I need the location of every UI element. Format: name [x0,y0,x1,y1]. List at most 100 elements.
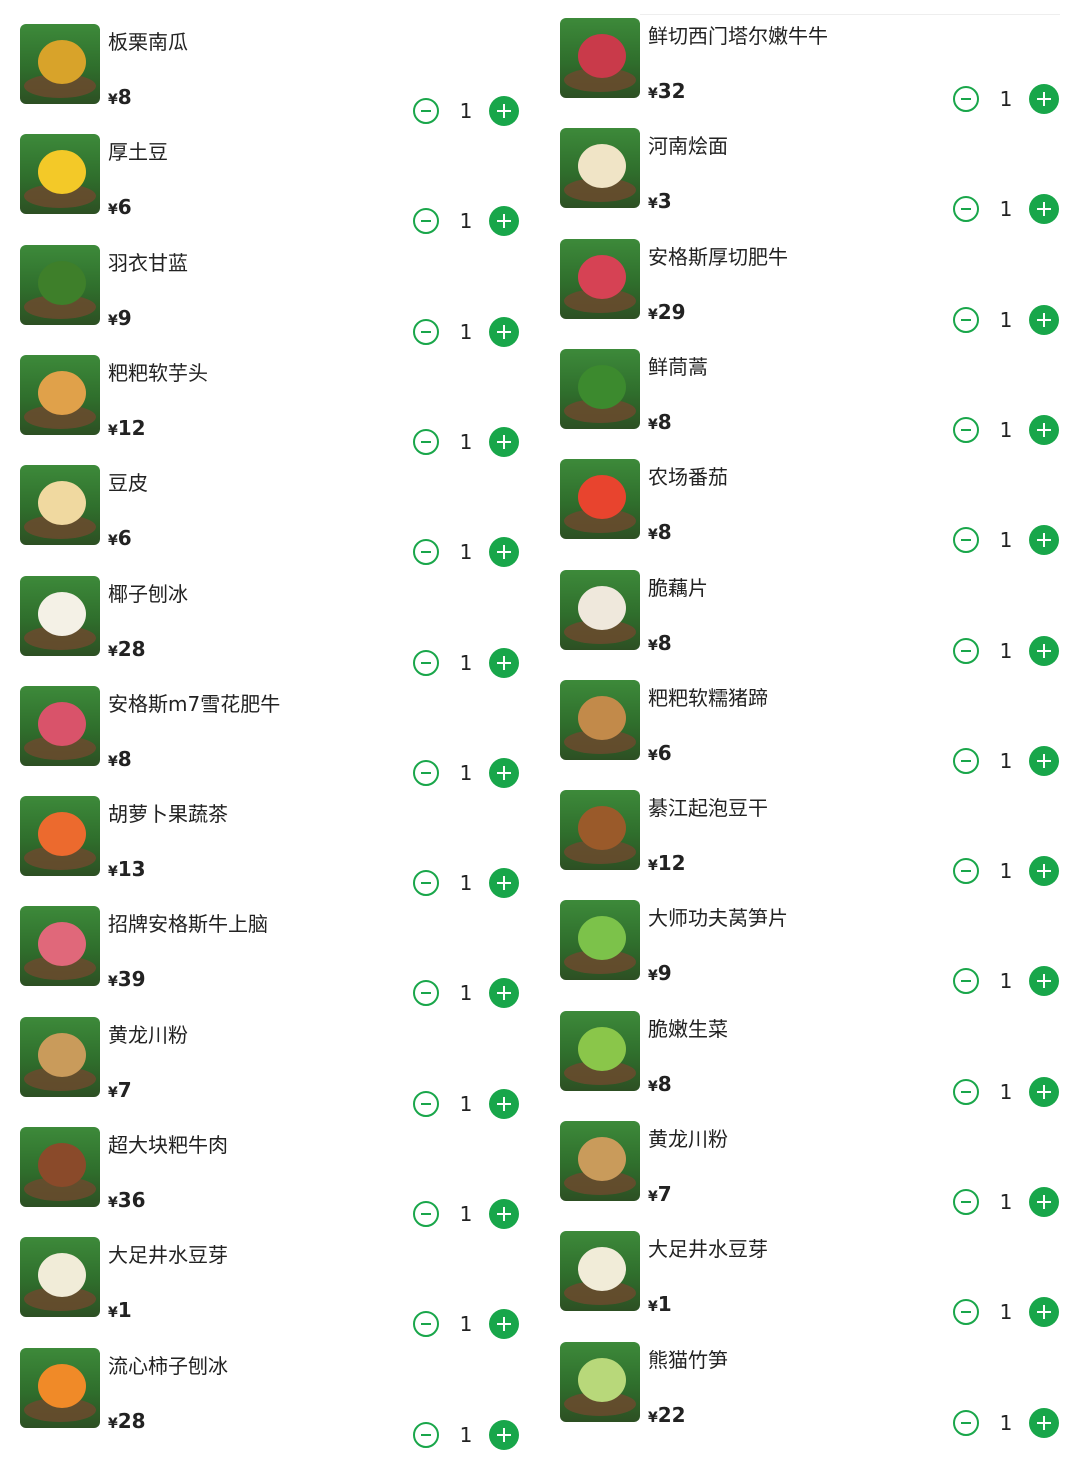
increase-quantity-button[interactable] [1029,1297,1059,1328]
increase-quantity-button[interactable] [489,1309,519,1340]
menu-item[interactable]: 大足井水豆芽 ¥1 1 [540,1231,1080,1341]
menu-item[interactable]: 安格斯厚切肥牛 ¥29 1 [540,238,1080,349]
quantity-value: 1 [999,748,1013,773]
increase-quantity-button[interactable] [1029,1407,1059,1438]
dish-food [38,591,86,636]
menu-item[interactable]: 豆皮 ¥6 1 [0,465,540,575]
decrease-quantity-button[interactable] [413,1311,439,1338]
menu-item[interactable]: 超大块粑牛肉 ¥36 1 [0,1127,540,1237]
currency-symbol: ¥ [648,637,658,654]
decrease-quantity-button[interactable] [413,208,439,235]
decrease-quantity-button[interactable] [413,428,439,455]
quantity-value: 1 [999,528,1013,553]
menu-item[interactable]: 脆嫩生菜 ¥8 1 [540,1010,1080,1121]
decrease-quantity-button[interactable] [413,870,439,897]
dish-photo [20,134,100,215]
dish-food [38,150,86,195]
menu-item[interactable]: 熊猫竹笋 ¥22 1 [540,1341,1080,1452]
increase-quantity-button[interactable] [489,426,519,457]
menu-item[interactable]: 脆藕片 ¥8 1 [540,569,1080,680]
increase-quantity-button[interactable] [1029,414,1059,445]
decrease-quantity-button[interactable] [413,1421,439,1448]
menu-item[interactable]: 粑粑软芋头 ¥12 1 [0,354,540,465]
increase-quantity-button[interactable] [1029,525,1059,556]
quantity-value: 1 [459,760,473,785]
left-menu-column: 板栗南瓜 ¥8 1 厚土豆 ¥6 1 羽衣甘蓝 ¥9 1 粑粑软芋头 ¥12 1 豆皮 ¥6 1 椰子刨冰 ¥2… [0,0,540,1450]
increase-quantity-button[interactable] [489,316,519,347]
menu-item[interactable]: 农场番茄 ¥8 1 [540,459,1080,569]
decrease-quantity-button[interactable] [413,98,439,124]
price-amount: 28 [117,1408,146,1433]
increase-quantity-button[interactable] [489,978,519,1009]
menu-item[interactable]: 椰子刨冰 ¥28 1 [0,575,540,686]
decrease-quantity-button[interactable] [413,539,439,566]
menu-item[interactable]: 粑粑软糯猪蹄 ¥6 1 [540,679,1080,790]
menu-item[interactable]: 大足井水豆芽 ¥1 1 [0,1237,540,1347]
menu-item[interactable]: 胡萝卜果蔬茶 ¥13 1 [0,796,540,906]
menu-item[interactable]: 安格斯m7雪花肥牛 ¥8 1 [0,685,540,796]
decrease-quantity-button[interactable] [953,968,979,995]
decrease-quantity-button[interactable] [413,759,439,786]
decrease-quantity-button[interactable] [953,637,979,664]
increase-quantity-button[interactable] [1029,1187,1059,1217]
increase-quantity-button[interactable] [489,1419,519,1450]
increase-quantity-button[interactable] [1029,194,1059,225]
menu-item[interactable]: 招牌安格斯牛上脑 ¥39 1 [0,906,540,1016]
menu-item[interactable]: 大师功夫莴笋片 ¥9 1 [540,900,1080,1010]
dish-photo [20,465,100,546]
menu-item[interactable]: 鲜切西门塔尔嫩牛牛 ¥32 1 [540,18,1080,128]
currency-symbol: ¥ [108,974,118,991]
menu-item[interactable]: 板栗南瓜 ¥8 1 [0,24,540,134]
currency-symbol: ¥ [648,1409,658,1426]
increase-quantity-button[interactable] [1029,635,1059,666]
decrease-quantity-button[interactable] [953,858,979,885]
currency-symbol: ¥ [108,1415,118,1432]
currency-symbol: ¥ [108,422,118,439]
increase-quantity-button[interactable] [489,206,519,237]
decrease-quantity-button[interactable] [953,1078,979,1105]
decrease-quantity-button[interactable] [413,980,439,1007]
decrease-quantity-button[interactable] [413,318,439,345]
decrease-quantity-button[interactable] [953,416,979,443]
dish-name: 厚土豆 [108,140,168,165]
decrease-quantity-button[interactable] [953,306,979,333]
decrease-quantity-button[interactable] [953,86,979,112]
quantity-value: 1 [459,871,473,896]
increase-quantity-button[interactable] [1029,856,1059,887]
increase-quantity-button[interactable] [1029,1076,1059,1107]
increase-quantity-button[interactable] [1029,966,1059,997]
decrease-quantity-button[interactable] [413,1201,439,1227]
decrease-quantity-button[interactable] [953,1189,979,1215]
menu-item[interactable]: 黄龙川粉 ¥7 1 [540,1121,1080,1231]
quantity-value: 1 [999,1079,1013,1104]
decrease-quantity-button[interactable] [953,196,979,223]
dish-price: ¥12 [648,850,686,879]
menu-item[interactable]: 綦江起泡豆干 ¥12 1 [540,790,1080,900]
dish-food [578,364,626,409]
currency-symbol: ¥ [648,747,658,764]
increase-quantity-button[interactable] [489,757,519,788]
decrease-quantity-button[interactable] [413,649,439,676]
increase-quantity-button[interactable] [489,537,519,568]
increase-quantity-button[interactable] [489,96,519,126]
increase-quantity-button[interactable] [1029,84,1059,114]
increase-quantity-button[interactable] [489,1088,519,1119]
increase-quantity-button[interactable] [489,868,519,899]
decrease-quantity-button[interactable] [953,1409,979,1436]
menu-item[interactable]: 鲜茼蒿 ¥8 1 [540,348,1080,459]
increase-quantity-button[interactable] [489,647,519,678]
dish-photo [20,575,100,656]
increase-quantity-button[interactable] [1029,304,1059,335]
menu-item[interactable]: 厚土豆 ¥6 1 [0,134,540,244]
menu-item[interactable]: 羽衣甘蓝 ¥9 1 [0,244,540,355]
decrease-quantity-button[interactable] [953,1299,979,1326]
decrease-quantity-button[interactable] [413,1090,439,1117]
menu-item[interactable]: 河南烩面 ¥3 1 [540,128,1080,238]
decrease-quantity-button[interactable] [953,747,979,774]
currency-symbol: ¥ [108,643,118,660]
menu-item[interactable]: 流心柿子刨冰 ¥28 1 [0,1347,540,1458]
decrease-quantity-button[interactable] [953,527,979,554]
increase-quantity-button[interactable] [489,1199,519,1229]
increase-quantity-button[interactable] [1029,745,1059,776]
menu-item[interactable]: 黄龙川粉 ¥7 1 [0,1016,540,1127]
